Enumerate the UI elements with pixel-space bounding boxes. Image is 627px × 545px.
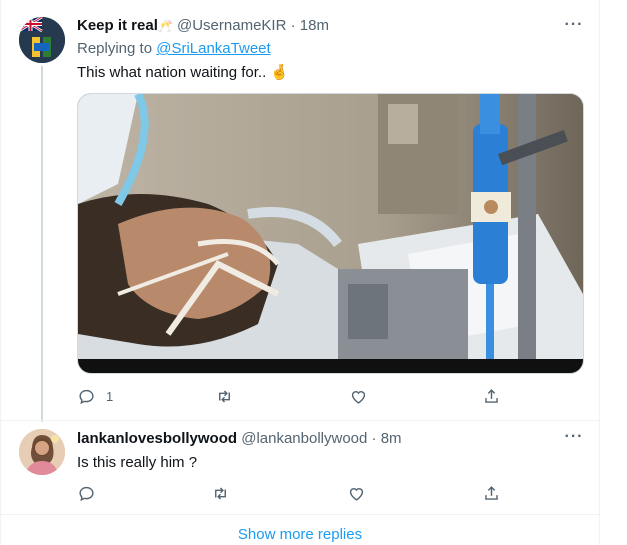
dot-separator: · — [290, 17, 296, 34]
like-button[interactable] — [349, 385, 368, 407]
reply-button[interactable] — [77, 482, 96, 504]
user-handle[interactable]: @lankanbollywood — [241, 430, 367, 447]
tweet-header: lankanlovesbollywood @lankanbollywood · … — [77, 429, 402, 449]
like-button[interactable] — [347, 482, 366, 504]
tweet-actions: 1 — [77, 385, 517, 407]
retweet-icon — [215, 486, 226, 500]
retweet-button[interactable] — [215, 385, 234, 407]
reply-count: 1 — [106, 388, 114, 404]
display-name[interactable]: Keep it real — [77, 17, 158, 34]
tweet-divider — [1, 514, 599, 515]
show-more-replies-link[interactable]: Show more replies — [1, 526, 599, 543]
share-button[interactable] — [482, 482, 501, 504]
replying-to: Replying to @SriLankaTweet — [77, 40, 271, 57]
reply-button[interactable]: 1 — [77, 385, 113, 407]
replying-to-link[interactable]: @SriLankaTweet — [156, 40, 270, 57]
more-icon[interactable]: ··· — [562, 429, 586, 450]
reply-icon — [79, 486, 94, 501]
tweet-text: This what nation waiting for.. 🤞 — [77, 64, 290, 81]
name-emoji: 🥂 — [157, 19, 173, 33]
like-icon — [349, 487, 364, 501]
tweet-actions — [77, 482, 517, 504]
retweet-icon — [219, 389, 230, 403]
hospital-photo — [78, 94, 583, 373]
thread-connector — [41, 66, 43, 422]
timestamp[interactable]: 18m — [300, 17, 329, 34]
replying-to-label: Replying to — [77, 40, 157, 57]
frame-border-left — [0, 0, 1, 545]
share-button[interactable] — [482, 385, 501, 407]
avatar-photo-icon — [19, 429, 65, 475]
display-name[interactable]: lankanlovesbollywood — [77, 430, 237, 447]
like-icon — [351, 390, 366, 404]
tweet-divider — [1, 420, 599, 421]
timestamp[interactable]: 8m — [381, 430, 402, 447]
avatar[interactable] — [19, 17, 65, 63]
share-icon — [485, 485, 498, 500]
tweet-header: Keep it real🥂 @UsernameKIR · 18m — [77, 16, 329, 36]
reply-icon — [79, 389, 94, 404]
user-handle[interactable]: @UsernameKIR — [177, 17, 286, 34]
more-icon[interactable]: ··· — [562, 17, 586, 38]
share-icon — [485, 388, 498, 403]
avatar[interactable] — [19, 429, 65, 475]
tweet-image[interactable] — [77, 93, 584, 374]
frame-border-right — [599, 0, 600, 545]
dot-separator: · — [371, 430, 377, 447]
tweet-text: Is this really him ? — [77, 454, 198, 471]
avatar-flag-icon — [19, 17, 65, 63]
retweet-button[interactable] — [211, 482, 230, 504]
